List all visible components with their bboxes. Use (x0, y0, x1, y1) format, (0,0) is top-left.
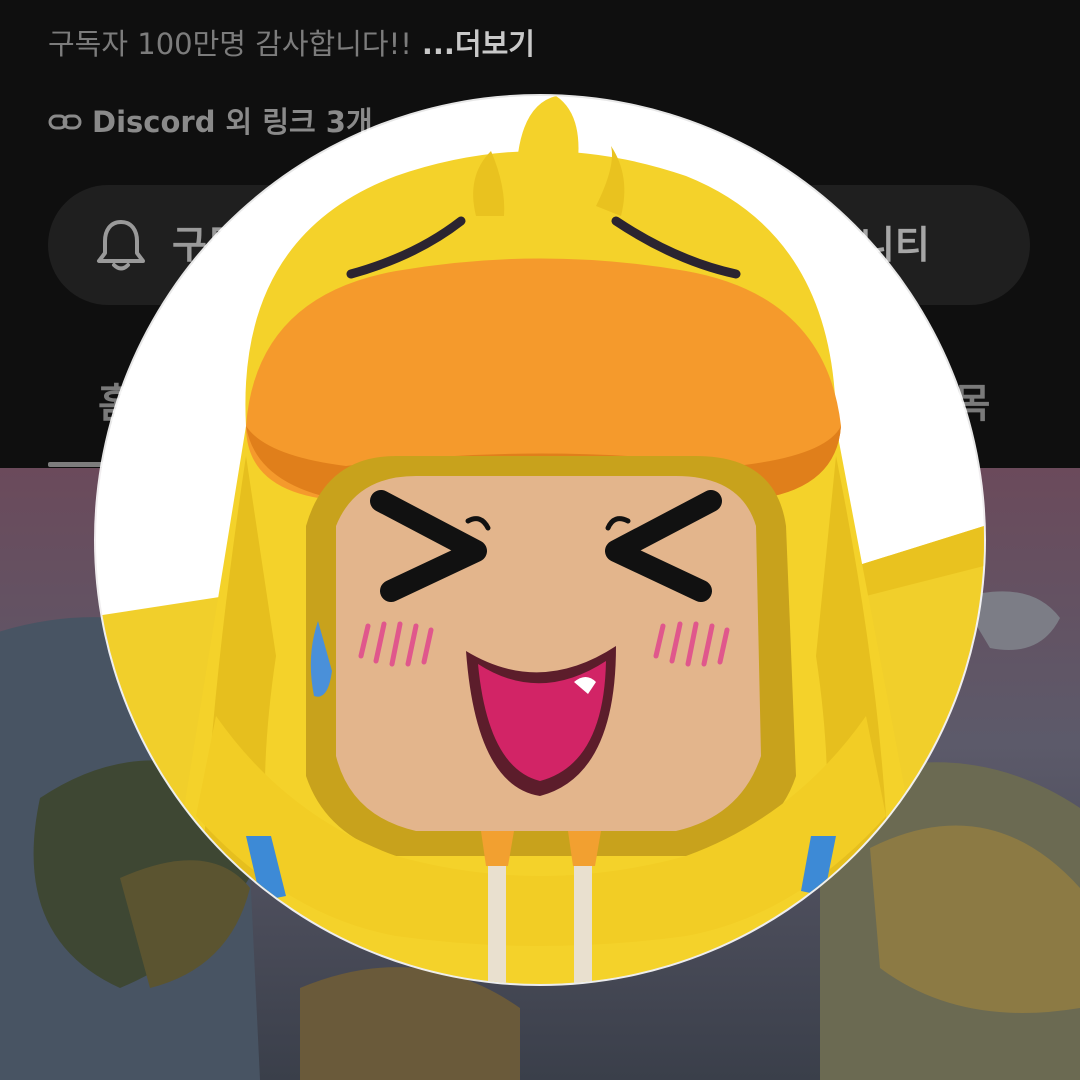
bell-icon[interactable] (90, 214, 152, 276)
links-label: Discord 외 링크 3개 (92, 105, 373, 139)
link-icon (48, 114, 82, 130)
active-tab-indicator (48, 462, 108, 467)
channel-links[interactable]: Discord 외 링크 3개 (48, 100, 373, 144)
channel-description: 구독자 100만명 감사합니다!! ...더보기 (48, 22, 535, 66)
duck-hoodie-character (96, 96, 984, 984)
description-text: 구독자 100만명 감사합니다!! (48, 27, 412, 61)
channel-avatar[interactable] (96, 96, 984, 984)
more-button[interactable]: ...더보기 (422, 27, 535, 61)
